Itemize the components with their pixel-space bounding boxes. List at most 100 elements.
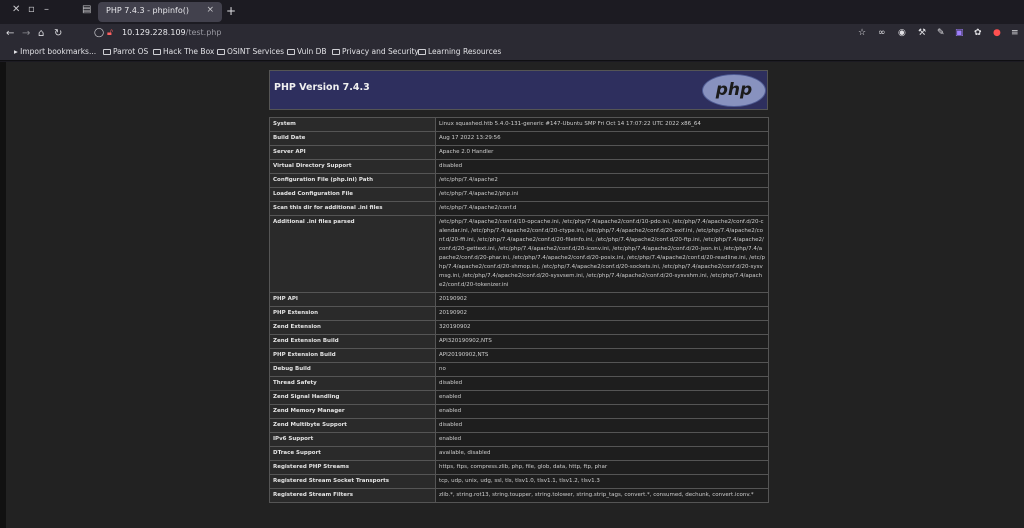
row-value: enabled	[435, 390, 769, 405]
page-title: PHP Version 7.4.3	[274, 82, 370, 93]
tab-title: PHP 7.4.3 - phpinfo()	[106, 6, 190, 15]
minimize-window-icon[interactable]: –	[44, 4, 49, 15]
row-key: Additional .ini files parsed	[269, 215, 436, 293]
row-key: Zend Signal Handling	[269, 390, 436, 405]
php-logo-text: php	[715, 80, 753, 100]
row-key: IPv6 Support	[269, 432, 436, 447]
folder-icon	[103, 48, 111, 55]
bookmark-label: Privacy and Security	[342, 47, 419, 56]
row-value: 20190902	[435, 292, 769, 307]
table-row: Zend Memory Manager enabled	[269, 404, 769, 419]
bookmark-label: Learning Resources	[428, 47, 502, 56]
table-row: Additional .ini files parsed/etc/php/7.4…	[269, 215, 769, 293]
wrench-icon[interactable]: ⚒	[918, 28, 926, 38]
url-path: /test.php	[185, 28, 222, 37]
row-value: Apache 2.0 Handler	[435, 145, 769, 160]
row-value: /etc/php/7.4/apache2/php.ini	[435, 187, 769, 202]
bookmark-import[interactable]: ▸ Import bookmarks...	[14, 47, 96, 56]
bookmark-parrot-os[interactable]: Parrot OS	[103, 47, 148, 56]
table-row: Debug Build no	[269, 362, 769, 377]
table-row: Zend Multibyte Support disabled	[269, 418, 769, 433]
row-key: Zend Extension Build	[269, 334, 436, 349]
row-value: /etc/php/7.4/apache2	[435, 173, 769, 188]
php-version-header: PHP Version 7.4.3 php	[269, 70, 768, 110]
insecure-lock-icon[interactable]: 🔓︎	[107, 28, 113, 38]
table-row: System Linux squashed.htb 5.4.0-131-gener…	[269, 117, 769, 132]
bookmark-osint-services[interactable]: OSINT Services	[217, 47, 284, 56]
row-value: Linux squashed.htb 5.4.0-131-generic #14…	[435, 117, 769, 132]
tab-phpinfo[interactable]: PHP 7.4.3 - phpinfo() ×	[98, 2, 222, 22]
row-key: Zend Memory Manager	[269, 404, 436, 419]
row-value: no	[435, 362, 769, 377]
row-key: PHP API	[269, 292, 436, 307]
new-tab-button[interactable]: +	[226, 4, 236, 18]
bookmark-privacy-security[interactable]: Privacy and Security	[332, 47, 419, 56]
tab-list-icon[interactable]: ▤	[82, 4, 91, 15]
row-value: API320190902,NTS	[435, 334, 769, 349]
php-logo[interactable]: php	[702, 74, 766, 107]
navigation-toolbar: ← → ⌂ ↻ ◯ 🔓︎ 10.129.228.109/test.php ☆ ∞…	[0, 24, 1024, 45]
table-row: Registered PHP Streams https, ftps, compr…	[269, 460, 769, 475]
row-key: Registered PHP Streams	[269, 460, 436, 475]
row-key: DTrace Support	[269, 446, 436, 461]
tab-close-icon[interactable]: ×	[206, 5, 214, 15]
url-bar[interactable]: 10.129.228.109/test.php	[122, 28, 221, 37]
reload-icon[interactable]: ↻	[54, 28, 62, 39]
phpinfo-table-body: System Linux squashed.htb 5.4.0-131-gener…	[269, 117, 769, 503]
row-key: Virtual Directory Support	[269, 159, 436, 174]
red-extension-icon[interactable]: ●	[993, 28, 1001, 38]
row-value: enabled	[435, 404, 769, 419]
bookmark-vuln-db[interactable]: Vuln DB	[287, 47, 327, 56]
row-value: disabled	[435, 376, 769, 391]
row-value: https, ftps, compress.zlib, php, file, g…	[435, 460, 769, 475]
shield-icon[interactable]: ◯	[94, 28, 104, 38]
account-icon[interactable]: ◉	[898, 28, 906, 38]
table-row: Zend Extension 320190902	[269, 320, 769, 335]
row-key: System	[269, 117, 436, 132]
extension-icon[interactable]: ✎	[937, 28, 945, 38]
row-key: Loaded Configuration File	[269, 187, 436, 202]
close-window-icon[interactable]: ✕	[12, 4, 20, 15]
row-value: disabled	[435, 418, 769, 433]
row-key: Thread Safety	[269, 376, 436, 391]
badge-extension-icon[interactable]: ▣	[955, 28, 964, 38]
paw-extension-icon[interactable]: ✿	[974, 28, 982, 38]
row-key: Build Date	[269, 131, 436, 146]
bookmark-star-icon[interactable]: ☆	[858, 28, 866, 38]
tab-bar: ✕ ▫ – ▤ PHP 7.4.3 - phpinfo() × +	[0, 0, 1024, 24]
row-value: available, disabled	[435, 446, 769, 461]
mask-extension-icon[interactable]: ∞	[878, 28, 886, 38]
back-icon[interactable]: ←	[6, 28, 14, 39]
bookmark-label: Vuln DB	[297, 47, 327, 56]
row-value: disabled	[435, 159, 769, 174]
folder-icon	[418, 48, 426, 55]
row-key: Registered Stream Filters	[269, 488, 436, 503]
bookmark-label: Import bookmarks...	[20, 47, 97, 56]
bookmark-label: Hack The Box	[163, 47, 215, 56]
row-key: PHP Extension	[269, 306, 436, 321]
menu-icon[interactable]: ≡	[1011, 28, 1019, 38]
bookmark-hack-the-box[interactable]: Hack The Box	[153, 47, 214, 56]
phpinfo-table: System Linux squashed.htb 5.4.0-131-gener…	[269, 117, 769, 503]
row-value: 20190902	[435, 306, 769, 321]
row-value: tcp, udp, unix, udg, ssl, tls, tlsv1.0, …	[435, 474, 769, 489]
table-row: Loaded Configuration File/etc/php/7.4/ap…	[269, 187, 769, 202]
window-restore-icon[interactable]: ▫	[28, 4, 35, 15]
table-row: PHP Extension Build API20190902,NTS	[269, 348, 769, 363]
table-row: Server API Apache 2.0 Handler	[269, 145, 769, 160]
row-value: enabled	[435, 432, 769, 447]
bookmark-label: Parrot OS	[113, 47, 149, 56]
left-edge	[0, 62, 6, 528]
forward-icon[interactable]: →	[22, 28, 30, 39]
row-value: /etc/php/7.4/apache2/conf.d	[435, 201, 769, 216]
folder-icon	[287, 48, 295, 55]
table-row: Zend Signal Handling enabled	[269, 390, 769, 405]
home-icon[interactable]: ⌂	[38, 28, 44, 39]
row-value: 320190902	[435, 320, 769, 335]
bookmark-learning-resources[interactable]: Learning Resources	[418, 47, 501, 56]
folder-icon	[332, 48, 340, 55]
table-row: Thread Safety disabled	[269, 376, 769, 391]
table-row: Registered Stream Filters zlib.*, string.…	[269, 488, 769, 503]
bookmark-label: OSINT Services	[227, 47, 285, 56]
table-row: Registered Stream Socket Transports tcp, …	[269, 474, 769, 489]
